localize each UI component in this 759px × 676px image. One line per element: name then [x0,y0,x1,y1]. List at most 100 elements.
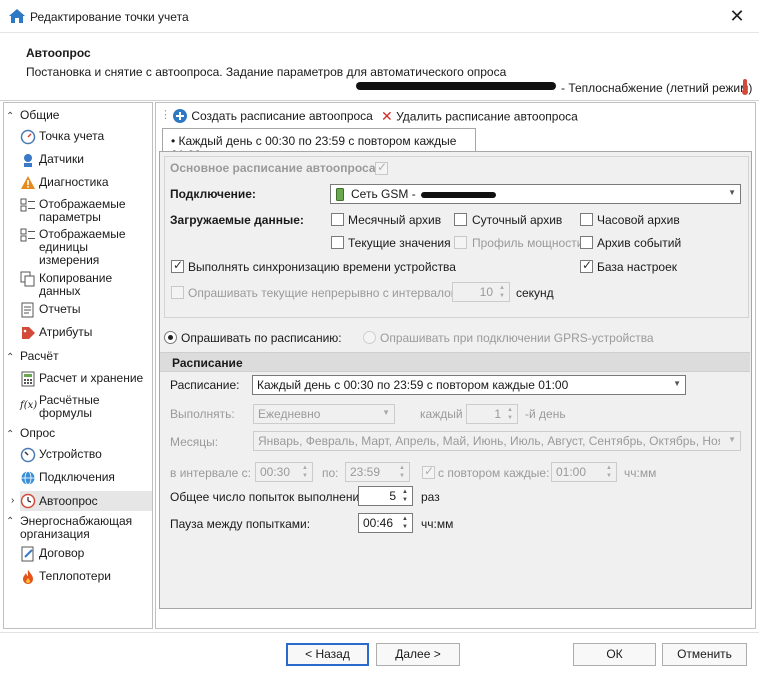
back-button[interactable]: < Назад [286,643,369,666]
chevron-up-icon: ⌃ [6,516,15,527]
events-archive-checkbox[interactable] [580,236,593,249]
repeat-label: с повтором каждые: [438,466,550,480]
sidebar-item-display-units[interactable]: Отображаемые единицы измерения [20,227,148,267]
sidebar-item-connections[interactable]: Подключения [20,470,148,486]
on-gprs-label: Опрашивать при подключении GPRS-устройст… [380,331,654,345]
pause-stepper[interactable]: 00:46 ▲ ▼ [358,513,413,533]
daily-archive-checkbox[interactable] [454,213,467,226]
every-day-stepper[interactable]: 1 ▲ ▼ [466,404,518,424]
chevron-up-icon: ⌃ [6,429,15,440]
next-button[interactable]: Далее > [376,643,460,666]
stepper-up-icon[interactable]: ▲ [397,464,407,472]
repeat-checkbox[interactable]: ✓ [422,464,435,479]
main-schedule-checkbox[interactable]: ✓ [375,160,388,175]
sidebar-item-formulas[interactable]: f(x) Расчётные формулы [20,393,148,420]
stepper-up-icon[interactable]: ▲ [497,284,507,292]
page-title: Автоопрос [26,46,91,60]
sidebar-item-sensors[interactable]: Датчики [20,152,148,168]
stepper-up-icon[interactable]: ▲ [400,515,410,523]
sidebar-item-reports[interactable]: Отчеты [20,302,148,318]
stepper-down-icon[interactable]: ▼ [400,523,410,531]
data-label: Загружаемые данные: [170,213,304,227]
months-label: Месяцы: [170,435,219,449]
sidebar-item-copy-data[interactable]: Копирование данных [20,271,148,298]
stepper-up-icon[interactable]: ▲ [505,406,515,414]
tab-schedule[interactable]: • Каждый день с 00:30 по 23:59 с повторо… [162,128,476,162]
stepper-up-icon[interactable]: ▲ [604,464,614,472]
time-sync-checkbox[interactable]: ✓ [171,258,184,273]
sidebar-item-diagnostics[interactable]: Диагностика [20,175,148,191]
time-sync-label: Выполнять синхронизацию времени устройст… [188,260,456,274]
close-icon[interactable]: ✕ [726,5,748,27]
by-schedule-radio[interactable] [164,331,177,344]
pause-label: Пауза между попытками: [170,517,311,531]
continuous-interval-stepper[interactable]: 10 ▲ ▼ [452,282,510,302]
monthly-archive-checkbox[interactable] [331,213,344,226]
sidebar-item-contract[interactable]: Договор [20,546,148,562]
chevron-down-icon: ▼ [382,408,390,417]
stepper-up-icon[interactable]: ▲ [300,464,310,472]
tab-bullet: • [171,134,176,148]
globe-icon [21,471,35,485]
hourly-archive-checkbox[interactable] [580,213,593,226]
stepper-down-icon[interactable]: ▼ [397,472,407,480]
repeat-unit: чч:мм [624,466,657,480]
attempts-stepper[interactable]: 5 ▲ ▼ [358,486,413,506]
repeat-every-stepper[interactable]: 01:00 ▲ ▼ [551,462,617,482]
gsm-phone-icon [336,188,344,201]
clock-icon [20,493,36,509]
stepper-down-icon[interactable]: ▼ [497,292,507,300]
sidebar-item-device[interactable]: Устройство [20,447,148,463]
continuous-poll-checkbox[interactable] [171,286,184,299]
device-icon [20,447,36,463]
stepper-up-icon[interactable]: ▲ [400,488,410,496]
delete-icon: ✕ [381,108,393,124]
thermometer-icon [742,79,748,95]
sidebar-group-supplier[interactable]: ⌃ Энергоснабжающая организация [6,515,146,541]
interval-label: в интервале с: [170,466,252,480]
stepper-down-icon[interactable]: ▼ [505,414,515,422]
cancel-button[interactable]: Отменить [662,643,747,666]
connection-select[interactable]: Сеть GSM - ▼ [330,184,741,204]
sidebar-item-autopoll[interactable]: Автоопрос [20,491,152,511]
gauge-icon [20,129,36,145]
delete-schedule-button[interactable]: ✕ Удалить расписание автоопроса [381,108,578,125]
sidebar-group-calc[interactable]: ⌃ Расчёт [6,349,59,363]
schedule-section-header: Расписание [160,352,750,372]
sidebar-item-calc-storage[interactable]: Расчет и хранение [20,371,148,387]
on-gprs-radio[interactable] [363,331,376,344]
stepper-down-icon[interactable]: ▼ [300,472,310,480]
header-divider [0,100,759,101]
object-name-suffix: - Теплоснабжение (летний режим) [561,81,753,95]
interval-to-stepper[interactable]: 23:59 ▲ ▼ [345,462,410,482]
interval-from-stepper[interactable]: 00:30 ▲ ▼ [255,462,313,482]
sidebar-item-display-params[interactable]: Отображаемые параметры [20,197,148,224]
schedule-select[interactable]: Каждый день с 00:30 по 23:59 с повтором … [252,375,686,395]
settings-base-checkbox[interactable]: ✓ [580,258,593,273]
interval-to-label: по: [322,466,339,480]
current-values-checkbox[interactable] [331,236,344,249]
copy-icon [20,271,35,287]
stepper-down-icon[interactable]: ▼ [400,496,410,504]
power-profile-checkbox[interactable] [454,236,467,249]
sidebar-item-attributes[interactable]: Атрибуты [20,325,148,341]
main-schedule-label: Основное расписание автоопроса: [170,161,380,175]
execute-select[interactable]: Ежедневно ▼ [253,404,395,424]
footer-divider [0,632,759,633]
by-schedule-label: Опрашивать по расписанию: [181,331,342,345]
continuous-unit: секунд [516,286,554,300]
create-schedule-button[interactable]: Создать расписание автоопроса [172,108,373,124]
day-suffix: -й день [525,407,566,421]
warning-icon [21,176,35,189]
report-icon [21,302,34,318]
months-select[interactable]: Январь, Февраль, Март, Апрель, Май, Июнь… [253,431,741,451]
sidebar-item-heat-loss[interactable]: Теплопотери [20,569,148,585]
fire-icon [23,570,33,584]
stepper-down-icon[interactable]: ▼ [604,472,614,480]
settings-base-label: База настроек [597,260,677,274]
current-item-arrow-icon: › [11,495,15,506]
sidebar-group-poll[interactable]: ⌃ Опрос [6,426,55,440]
ok-button[interactable]: ОК [573,643,656,666]
sidebar-group-general[interactable]: ⌃ Общие [6,108,59,122]
sidebar-item-metering-point[interactable]: Точка учета [20,129,148,145]
